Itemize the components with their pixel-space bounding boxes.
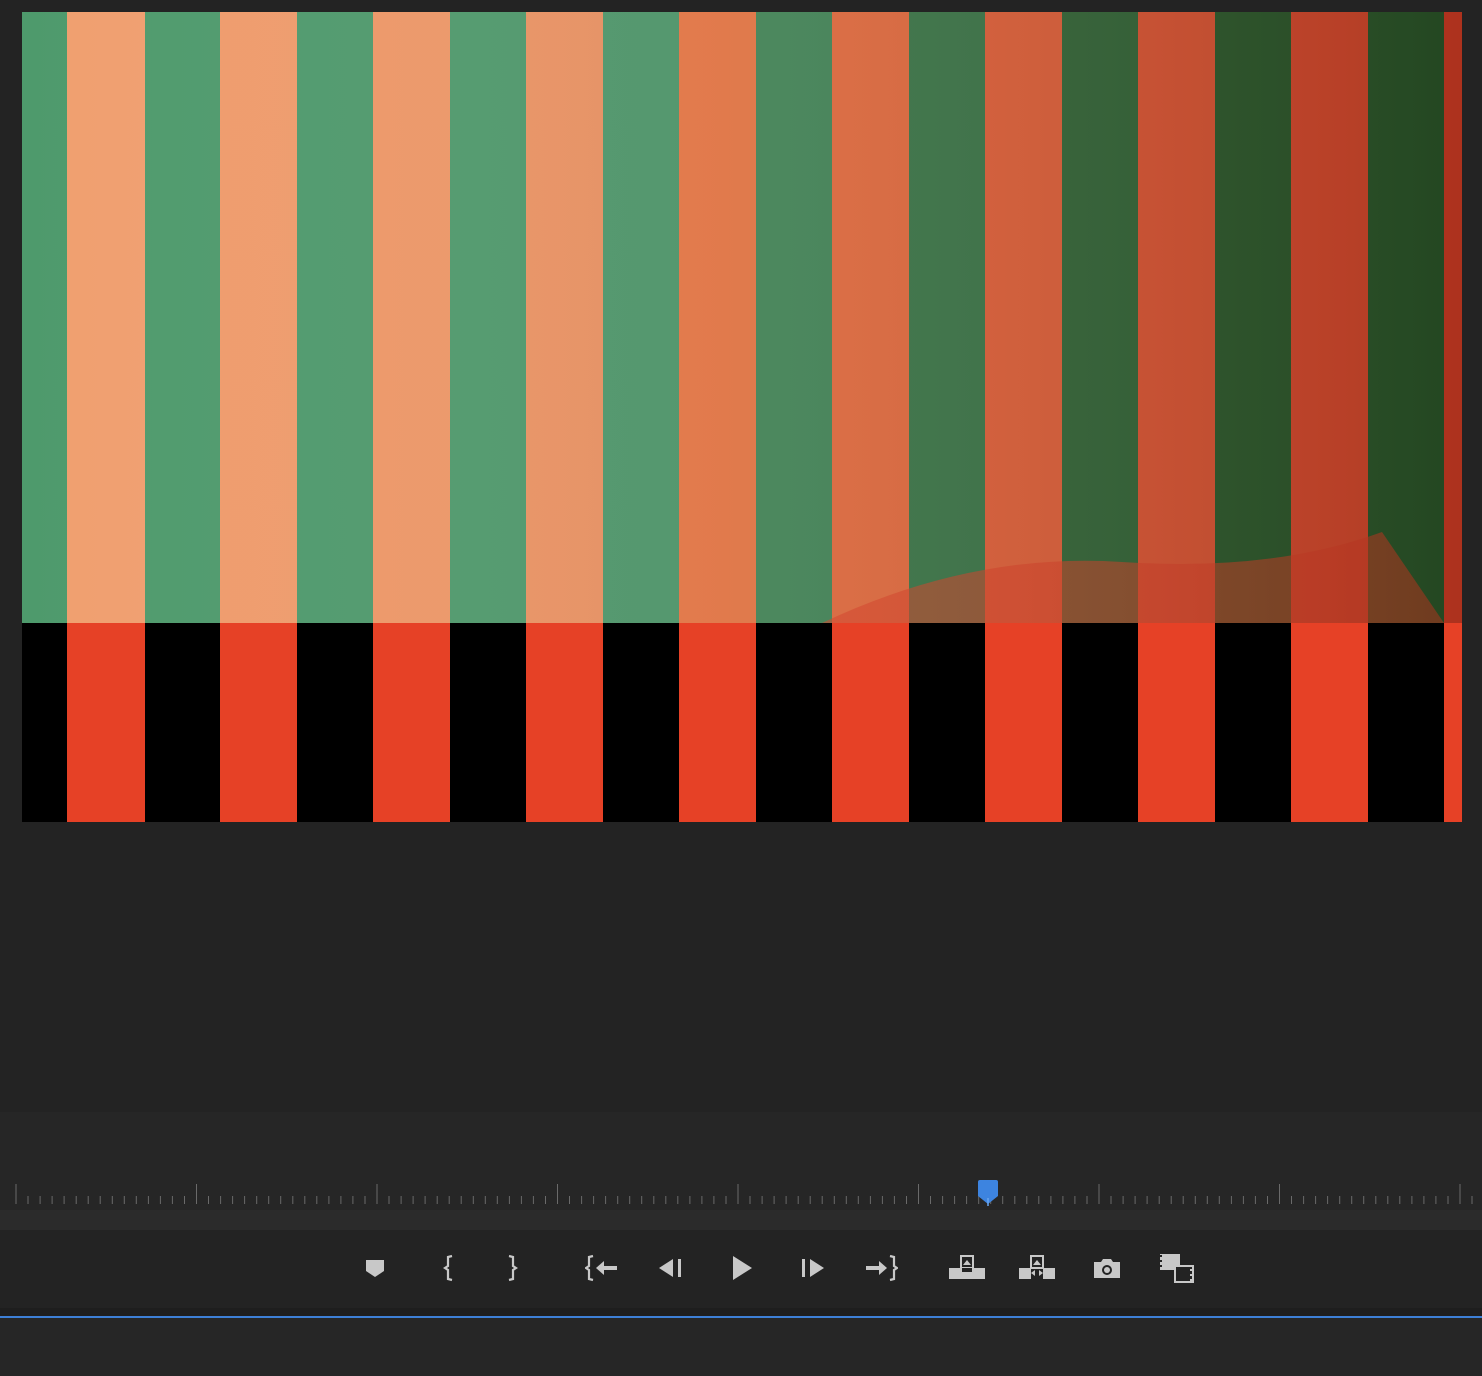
video-frame-image (22, 12, 1462, 822)
video-frame[interactable] (22, 12, 1462, 822)
step-back-button[interactable] (649, 1246, 693, 1290)
frame-stripe (909, 623, 985, 822)
frame-stripe (832, 623, 909, 822)
go-to-in-button[interactable] (581, 1246, 625, 1290)
lift-icon (949, 1255, 985, 1279)
go-to-out-icon (866, 1254, 898, 1282)
go-to-out-button[interactable] (858, 1246, 902, 1290)
frame-stripe (985, 623, 1062, 822)
mark-in-icon (443, 1254, 453, 1282)
frame-stripe (603, 623, 679, 822)
playhead-icon[interactable] (976, 1180, 1000, 1206)
play-icon (733, 1256, 752, 1280)
frame-stripe (297, 623, 373, 822)
extract-button[interactable] (1015, 1246, 1059, 1290)
add-marker-button[interactable] (353, 1246, 397, 1290)
step-forward-button[interactable] (791, 1246, 835, 1290)
transport-controls (0, 1230, 1482, 1308)
frame-stripe (679, 623, 756, 822)
frame-stripe (1138, 623, 1215, 822)
play-button[interactable] (719, 1246, 763, 1290)
step-back-icon (659, 1259, 681, 1277)
frame-stripe (373, 623, 450, 822)
camera-icon (1094, 1259, 1120, 1278)
frame-stripe (67, 623, 145, 822)
frame-stripe (526, 623, 603, 822)
time-ruler-ticks (15, 1184, 1473, 1204)
step-forward-icon (802, 1259, 824, 1277)
frame-stripe (22, 623, 67, 822)
frame-stripe (450, 623, 526, 822)
export-frame-button[interactable] (1085, 1246, 1129, 1290)
comparison-view-icon (1160, 1254, 1194, 1283)
time-ruler[interactable] (0, 1170, 1482, 1210)
frame-stripe (1215, 623, 1291, 822)
marker-icon (366, 1260, 384, 1277)
frame-stripe (756, 623, 832, 822)
frame-stripe (1291, 623, 1368, 822)
panel-divider[interactable] (0, 1308, 1482, 1318)
program-monitor (0, 0, 1482, 1112)
extract-icon (1019, 1255, 1055, 1279)
frame-stripe (1062, 623, 1138, 822)
frame-shade (22, 12, 1462, 623)
frame-stripe (220, 623, 297, 822)
frame-stripe (1368, 623, 1444, 822)
mark-in-button[interactable] (427, 1246, 471, 1290)
scroll-bar[interactable] (0, 1210, 1482, 1230)
lift-button[interactable] (945, 1246, 989, 1290)
go-to-in-icon (585, 1254, 617, 1282)
frame-stripe (1444, 623, 1462, 822)
mark-out-icon (508, 1254, 518, 1282)
mark-out-button[interactable] (490, 1246, 534, 1290)
lower-panel (0, 1318, 1482, 1376)
frame-stripe (145, 623, 220, 822)
comparison-view-button[interactable] (1155, 1246, 1199, 1290)
